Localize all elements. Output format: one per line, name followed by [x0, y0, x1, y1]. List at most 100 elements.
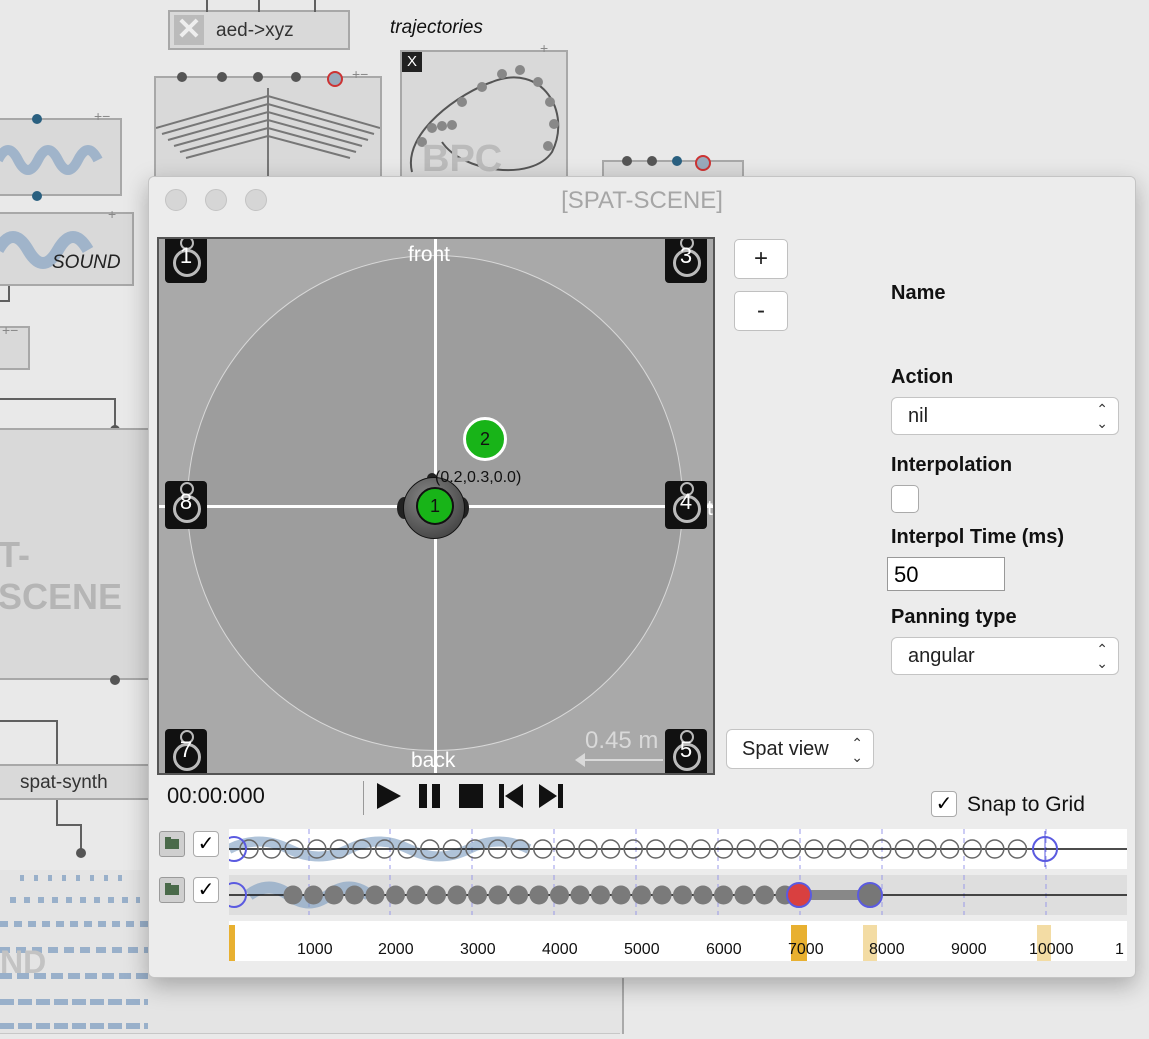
track-point[interactable]	[406, 885, 426, 905]
box-3d[interactable]	[154, 76, 382, 186]
ruler-label: 8000	[869, 941, 905, 958]
pause-button[interactable]	[417, 781, 443, 818]
source-2[interactable]: 2	[463, 417, 507, 461]
speaker-label: 5	[679, 737, 693, 762]
spat-view-canvas[interactable]: front back t 1 3 8 4 7 5 0.45 m 1 (0.2,0…	[157, 237, 715, 775]
track-point[interactable]	[468, 885, 487, 905]
interpol-time-value: 50	[894, 562, 919, 587]
speaker-label: 3	[679, 243, 693, 268]
spat-synth-label: spat-synth	[20, 772, 108, 793]
track-point[interactable]	[304, 885, 323, 905]
speaker-8[interactable]: 8	[165, 481, 207, 529]
speaker-label: 1	[179, 243, 193, 268]
zoom-in-button[interactable]: +	[734, 239, 788, 279]
track-2-visible-checkbox[interactable]: ✓	[193, 877, 219, 903]
3d-lines-icon	[156, 88, 380, 184]
next-icon	[539, 784, 563, 808]
track-point[interactable]	[529, 885, 549, 905]
snap-to-grid-checkbox[interactable]: ✓	[931, 791, 957, 817]
track-point[interactable]	[673, 885, 692, 905]
track-point[interactable]	[714, 885, 733, 905]
bpc-box[interactable]: X BPC	[400, 50, 568, 186]
speaker-label: 8	[179, 489, 193, 514]
folder-icon	[165, 837, 179, 849]
select-chevron-icon: ⌃ ⌄	[1096, 641, 1108, 671]
speaker-3[interactable]: 3	[665, 239, 707, 283]
track-point[interactable]	[345, 885, 364, 905]
speaker-5[interactable]: 5	[665, 729, 707, 773]
track-point[interactable]	[591, 885, 610, 905]
track-2-folder-button[interactable]	[159, 877, 185, 903]
next-button[interactable]	[537, 781, 565, 818]
track-1-visible-checkbox[interactable]: ✓	[193, 831, 219, 857]
track-2-timeline[interactable]	[221, 875, 1127, 915]
speaker-4[interactable]: 4	[665, 481, 707, 529]
time-ruler[interactable]	[229, 921, 1127, 961]
zoom-out-button[interactable]: -	[734, 291, 788, 331]
ruler-label: 1000	[297, 941, 333, 958]
interpolation-checkbox[interactable]	[891, 485, 919, 513]
track-point[interactable]	[509, 885, 528, 905]
track-point[interactable]	[570, 885, 590, 905]
source-coords-label: (0.2,0.3,0.0)	[435, 469, 522, 486]
spat-synth-box[interactable]: spat-synth	[0, 764, 150, 800]
track-point[interactable]	[365, 885, 385, 905]
side-label: t	[707, 497, 713, 520]
track-1-folder-button[interactable]	[159, 831, 185, 857]
ruler-label: 7000	[788, 941, 824, 958]
nd-label: ND	[0, 944, 47, 980]
track-point[interactable]	[488, 885, 508, 905]
source-2-label: 2	[479, 429, 490, 449]
action-select[interactable]: nil ⌃ ⌄	[891, 397, 1119, 435]
track-point[interactable]	[734, 885, 754, 905]
playhead-marker[interactable]	[229, 925, 235, 961]
track-point[interactable]	[693, 885, 713, 905]
stop-button[interactable]	[457, 781, 485, 818]
time-display: 00:00:000	[167, 783, 265, 808]
source-1[interactable]: 1	[416, 487, 454, 525]
source-1-label: 1	[429, 496, 440, 516]
track-point[interactable]	[550, 885, 569, 905]
title-bar[interactable]: [SPAT-SCENE]	[149, 177, 1135, 221]
track-2-points	[221, 875, 1127, 915]
interpolation-label: Interpolation	[891, 454, 1013, 476]
sound-label: SOUND	[52, 252, 121, 273]
ruler-label: 2000	[378, 941, 414, 958]
panning-type-label: Panning type	[891, 606, 1017, 628]
track-point[interactable]	[611, 885, 631, 905]
spat-scene-bg-box[interactable]: T-SCENE	[0, 428, 150, 680]
track-point[interactable]	[755, 885, 774, 905]
ruler-label: 1	[1115, 941, 1124, 958]
scale-label: 0.45 m	[585, 727, 659, 754]
sound-box-2[interactable]: SOUND	[0, 212, 134, 286]
interpol-time-input[interactable]: 50	[887, 557, 1005, 591]
spat-view-select[interactable]: Spat view ⌃ ⌄	[726, 729, 874, 769]
ruler-label: 4000	[542, 941, 578, 958]
speaker-7[interactable]: 7	[165, 729, 207, 773]
bpc-label: BPC	[422, 138, 503, 180]
track-point[interactable]	[652, 885, 672, 905]
track-point[interactable]	[447, 885, 467, 905]
speaker-1[interactable]: 1	[165, 239, 207, 283]
aed-xyz-label: aed->xyz	[216, 20, 294, 41]
previous-button[interactable]	[497, 781, 525, 818]
speaker-label: 4	[679, 489, 693, 514]
ruler-label: 6000	[706, 941, 742, 958]
waveform-icon	[0, 145, 103, 175]
track-point[interactable]	[283, 885, 303, 905]
select-chevron-icon: ⌃ ⌄	[1096, 401, 1108, 431]
scale-arrow-icon	[579, 759, 663, 761]
ruler-label: 10000	[1029, 941, 1074, 958]
play-button[interactable]	[375, 781, 403, 818]
sound-box-1[interactable]	[0, 118, 122, 196]
track-1-timeline[interactable]	[221, 829, 1127, 869]
close-icon[interactable]: ✕	[174, 15, 204, 45]
track-point[interactable]	[632, 885, 651, 905]
aed-xyz-box[interactable]: ✕ aed->xyz	[168, 10, 350, 50]
track-point[interactable]	[386, 885, 405, 905]
track-point[interactable]	[324, 885, 344, 905]
stop-icon	[459, 784, 483, 808]
panning-type-select[interactable]: angular ⌃ ⌄	[891, 637, 1119, 675]
track-point[interactable]	[427, 885, 446, 905]
ruler-label: 5000	[624, 941, 660, 958]
